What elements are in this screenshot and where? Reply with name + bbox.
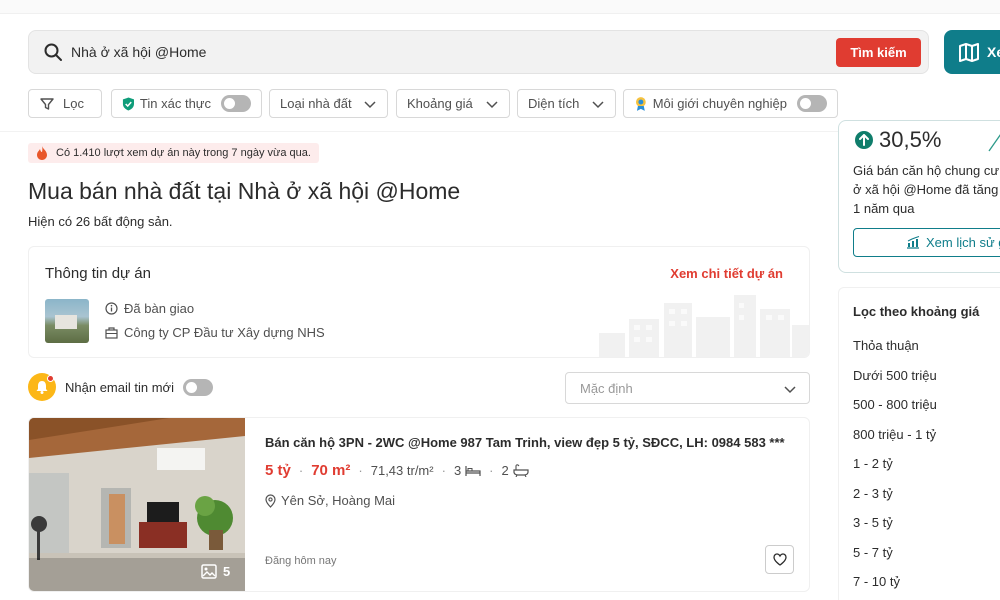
- sort-selected: Mặc định: [580, 381, 633, 396]
- trend-description: Giá bán căn hộ chung cư Nhà ở xã hội @Ho…: [853, 163, 1000, 216]
- info-icon: [105, 302, 118, 315]
- project-info-card: Thông tin dự án Xem chi tiết dự án Đã bà…: [28, 246, 810, 358]
- separator-dot: ·: [298, 463, 304, 478]
- top-strip: [0, 0, 1000, 14]
- verified-shield-icon: [122, 97, 134, 110]
- company-icon: [105, 327, 118, 339]
- listing-price: 5 tỷ: [265, 462, 291, 479]
- filter-label: Lọc: [63, 96, 84, 111]
- price-range-option[interactable]: 3 - 5 tỷ: [853, 515, 937, 545]
- listing-bathrooms: 2: [501, 463, 509, 478]
- price-range-option[interactable]: 1 - 2 tỷ: [853, 456, 937, 486]
- listing-posted-date: Đăng hôm nay: [265, 555, 337, 567]
- project-info-title: Thông tin dự án: [45, 265, 151, 282]
- listing-title[interactable]: Bán căn hộ 3PN - 2WC @Home 987 Tam Trinh…: [265, 435, 795, 450]
- project-status: Đã bàn giao: [124, 301, 195, 316]
- price-range-option[interactable]: 800 triệu - 1 tỷ: [853, 427, 937, 457]
- price-range-option[interactable]: 7 - 10 tỷ: [853, 574, 937, 600]
- fire-icon: [37, 146, 47, 160]
- price-range-filter: Lọc theo khoảng giá Thỏa thuận Dưới 500 …: [838, 287, 1000, 600]
- separator-dot: ·: [358, 463, 363, 478]
- chevron-down-icon: [486, 101, 498, 109]
- listing-specs: 5 tỷ · 70 m² · 71,43 tr/m² · 3 · 2: [265, 462, 529, 479]
- price-dropdown[interactable]: Khoảng giá: [396, 89, 510, 118]
- page-title: Mua bán nhà đất tại Nhà ở xã hội @Home: [28, 178, 461, 204]
- photo-count-value: 5: [223, 564, 231, 579]
- email-alert-label: Nhận email tin mới: [65, 380, 174, 395]
- separator-dot: ·: [489, 463, 494, 478]
- price-label: Khoảng giá: [407, 96, 473, 111]
- broker-toggle[interactable]: [797, 95, 827, 112]
- photo-count: 5: [201, 564, 230, 579]
- sort-dropdown[interactable]: Mặc định: [565, 372, 810, 404]
- filter-button[interactable]: Lọc: [28, 89, 102, 118]
- property-type-label: Loại nhà đất: [280, 96, 352, 111]
- search-icon: [44, 43, 62, 61]
- listing-area: 70 m²: [311, 462, 351, 479]
- broker-filter[interactable]: Môi giới chuyên nghiệp: [623, 89, 838, 118]
- listing-bedrooms: 3: [453, 463, 462, 478]
- area-dropdown[interactable]: Diện tích: [517, 89, 616, 118]
- result-count: Hiện có 26 bất động sản.: [28, 214, 173, 229]
- price-range-option[interactable]: 500 - 800 triệu: [853, 397, 937, 427]
- project-developer: Công ty CP Đầu tư Xây dựng NHS: [124, 325, 325, 340]
- skyline-illustration: [599, 295, 809, 357]
- map-icon: [959, 43, 979, 62]
- email-alert-toggle[interactable]: [183, 379, 213, 396]
- broker-label: Môi giới chuyên nghiệp: [652, 96, 787, 111]
- image-icon: [201, 564, 217, 579]
- trend-sparkline: [988, 134, 1000, 152]
- views-text: Có 1.410 lượt xem dự án này trong 7 ngày…: [56, 147, 311, 159]
- search-button[interactable]: Tìm kiếm: [836, 38, 921, 67]
- listing-location-row: Yên Sở, Hoàng Mai: [265, 493, 395, 508]
- project-status-row: Đã bàn giao: [105, 301, 194, 316]
- project-developer-row: Công ty CP Đầu tư Xây dựng NHS: [105, 325, 325, 340]
- chart-icon: [907, 236, 920, 249]
- save-listing-button[interactable]: [765, 545, 794, 574]
- map-button-label: Xe: [987, 44, 1000, 60]
- chevron-down-icon: [592, 101, 604, 109]
- price-range-list: Thỏa thuận Dưới 500 triệu 500 - 800 triệ…: [853, 338, 937, 600]
- listing-location: Yên Sở, Hoàng Mai: [281, 493, 396, 508]
- project-thumbnail[interactable]: [45, 299, 89, 343]
- heart-icon: [772, 553, 787, 566]
- chevron-down-icon: [784, 386, 796, 394]
- notification-bell: [28, 373, 56, 401]
- price-range-option[interactable]: 2 - 3 tỷ: [853, 486, 937, 516]
- trend-up-icon: [855, 131, 873, 149]
- bathtub-icon: [513, 464, 529, 477]
- price-range-option[interactable]: 5 - 7 tỷ: [853, 545, 937, 575]
- separator-dot: ·: [441, 463, 446, 478]
- price-trend-card: 30,5% Giá bán căn hộ chung cư Nhà ở xã h…: [838, 120, 1000, 273]
- verified-filter[interactable]: Tin xác thực: [111, 89, 262, 118]
- notification-dot: [47, 375, 54, 382]
- views-banner: Có 1.410 lượt xem dự án này trong 7 ngày…: [28, 143, 319, 163]
- chevron-down-icon: [364, 101, 376, 109]
- price-history-button[interactable]: Xem lịch sử giá: [853, 228, 1000, 257]
- listing-price-per-m2: 71,43 tr/m²: [370, 463, 434, 478]
- search-bar[interactable]: Nhà ở xã hội @Home Tìm kiếm: [28, 30, 929, 74]
- price-history-label: Xem lịch sử giá: [926, 235, 1000, 250]
- divider: [0, 131, 838, 132]
- area-label: Diện tích: [528, 96, 580, 111]
- price-range-option[interactable]: Dưới 500 triệu: [853, 368, 937, 398]
- broker-badge-icon: [635, 96, 646, 111]
- price-range-option[interactable]: Thỏa thuận: [853, 338, 937, 368]
- filter-icon: [40, 97, 54, 110]
- bed-icon: [465, 465, 481, 476]
- price-filter-title: Lọc theo khoảng giá: [853, 304, 980, 319]
- listing-card[interactable]: 5 Bán căn hộ 3PN - 2WC @Home 987 Tam Tri…: [28, 417, 810, 592]
- trend-percent: 30,5%: [879, 127, 942, 152]
- search-input[interactable]: Nhà ở xã hội @Home: [71, 44, 206, 60]
- property-type-dropdown[interactable]: Loại nhà đất: [269, 89, 388, 118]
- location-pin-icon: [265, 493, 276, 508]
- verified-toggle[interactable]: [221, 95, 251, 112]
- verified-label: Tin xác thực: [139, 96, 211, 111]
- map-view-button[interactable]: Xe: [944, 30, 1000, 74]
- project-detail-link[interactable]: Xem chi tiết dự án: [670, 266, 783, 281]
